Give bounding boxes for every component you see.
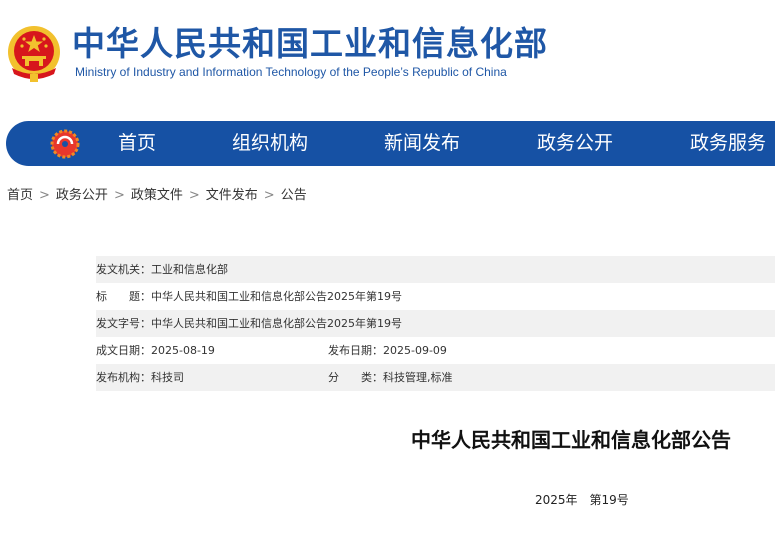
- breadcrumb: 首页 > 政务公开 > 政策文件 > 文件发布 > 公告: [7, 184, 307, 203]
- national-emblem-icon[interactable]: [6, 24, 62, 84]
- site-title[interactable]: 中华人民共和国工业和信息化部: [72, 24, 548, 64]
- nav-item-organization[interactable]: 组织机构: [232, 121, 308, 166]
- nav-item-home[interactable]: 首页: [118, 121, 156, 166]
- breadcrumb-policy-docs[interactable]: 政策文件: [131, 188, 183, 203]
- org-value: 科技司: [151, 371, 184, 384]
- category-label: 分 类：: [328, 371, 383, 384]
- site-header: 中华人民共和国工业和信息化部 Ministry of Industry and …: [0, 0, 775, 110]
- title-value: 中华人民共和国工业和信息化部公告2025年第19号: [151, 290, 402, 303]
- issuer-value: 工业和信息化部: [151, 263, 228, 276]
- breadcrumb-announcement[interactable]: 公告: [281, 188, 307, 203]
- doc-number-value: 中华人民共和国工业和信息化部公告2025年第19号: [151, 317, 402, 330]
- info-row-issuer: 发文机关：工业和信息化部: [96, 256, 775, 283]
- published-date-value: 2025-09-09: [383, 344, 447, 357]
- breadcrumb-separator: >: [188, 188, 200, 203]
- main-nav: 首页 组织机构 新闻发布 政务公开 政务服务: [6, 121, 775, 166]
- site-subtitle: Ministry of Industry and Information Tec…: [75, 65, 507, 79]
- breadcrumb-separator: >: [113, 188, 125, 203]
- document-title: 中华人民共和国工业和信息化部公告: [411, 428, 731, 452]
- published-date-label: 发布日期：: [328, 344, 383, 357]
- info-row-org-category: 发布机构：科技司 分 类：科技管理,标准: [96, 364, 775, 391]
- breadcrumb-separator: >: [263, 188, 275, 203]
- info-row-title: 标 题：中华人民共和国工业和信息化部公告2025年第19号: [96, 283, 775, 310]
- breadcrumb-gov-affairs[interactable]: 政务公开: [56, 188, 108, 203]
- created-date-label: 成文日期：: [96, 344, 151, 357]
- document-number: 2025年 第19号: [535, 493, 629, 507]
- category-value: 科技管理,标准: [383, 371, 453, 384]
- nav-item-gov-services[interactable]: 政务服务: [690, 121, 766, 166]
- created-date-value: 2025-08-19: [151, 344, 215, 357]
- org-label: 发布机构：: [96, 371, 151, 384]
- document-info-table: 发文机关：工业和信息化部 标 题：中华人民共和国工业和信息化部公告2025年第1…: [96, 256, 775, 391]
- info-row-doc-number: 发文字号：中华人民共和国工业和信息化部公告2025年第19号: [96, 310, 775, 337]
- issuer-label: 发文机关：: [96, 263, 151, 276]
- info-row-dates: 成文日期：2025-08-19 发布日期：2025-09-09: [96, 337, 775, 364]
- breadcrumb-separator: >: [39, 188, 50, 203]
- title-label: 标 题：: [96, 290, 151, 303]
- nav-item-gov-affairs[interactable]: 政务公开: [537, 121, 613, 166]
- nav-item-news[interactable]: 新闻发布: [384, 121, 460, 166]
- doc-number-label: 发文字号：: [96, 317, 151, 330]
- breadcrumb-doc-release[interactable]: 文件发布: [206, 188, 258, 203]
- breadcrumb-home[interactable]: 首页: [7, 188, 33, 203]
- ministry-logo-icon: [50, 129, 80, 159]
